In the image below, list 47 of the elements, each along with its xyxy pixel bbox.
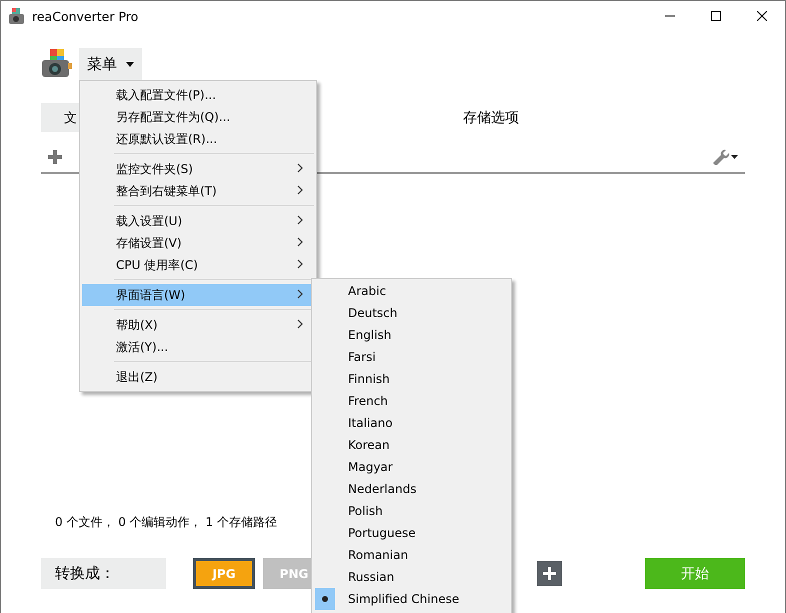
menu-item[interactable]: 载入设置(U) (82, 210, 313, 232)
menu-item[interactable]: 存储设置(V) (82, 232, 313, 254)
language-option[interactable]: Russian (348, 570, 394, 584)
language-option[interactable]: Portuguese (348, 526, 416, 540)
add-format-button[interactable] (537, 561, 562, 586)
chevron-right-icon (297, 319, 303, 329)
wrench-icon[interactable] (712, 149, 738, 165)
language-option[interactable]: Polish (348, 504, 383, 518)
language-option[interactable]: Magyar (348, 460, 393, 474)
language-option[interactable]: Korean (348, 438, 390, 452)
language-option[interactable]: Simplified Chinese (348, 592, 460, 606)
language-option[interactable]: Finnish (348, 372, 390, 386)
chevron-right-icon (297, 163, 303, 173)
chevron-right-icon (297, 237, 303, 247)
language-option[interactable]: Arabic (348, 284, 386, 298)
menu-item[interactable]: 还原默认设置(R)... (82, 128, 313, 150)
menu-item[interactable]: 另存配置文件为(Q)... (82, 106, 313, 128)
chevron-right-icon (297, 259, 303, 269)
window-title: reaConverter Pro (32, 8, 140, 24)
menu-item[interactable]: 整合到右键菜单(T) (82, 180, 313, 202)
plus-icon[interactable] (48, 150, 62, 164)
convert-label: 转换成： (41, 558, 166, 589)
language-option[interactable]: French (348, 394, 388, 408)
app-icon (8, 8, 25, 24)
menu-item[interactable]: 监控文件夹(S) (82, 158, 313, 180)
status-text: 0 个文件， 0 个编辑动作， 1 个存储路径 (54, 514, 278, 531)
maximize-icon (711, 11, 721, 21)
language-option[interactable]: Farsi (348, 350, 376, 364)
close-icon (757, 11, 767, 21)
chevron-right-icon (297, 289, 303, 299)
app-logo (41, 48, 73, 80)
menu-item[interactable]: 激活(Y)... (82, 336, 313, 358)
language-option[interactable]: Italiano (348, 416, 393, 430)
language-option[interactable]: English (348, 328, 392, 342)
menu-item[interactable]: 退出(Z) (82, 366, 313, 388)
chevron-right-icon (297, 185, 303, 195)
plus-icon (543, 567, 556, 580)
caret-icon (126, 62, 134, 66)
menu-item[interactable]: 载入配置文件(P)... (82, 84, 313, 106)
menu-button[interactable]: 菜单 (79, 48, 142, 80)
menu-item[interactable]: 帮助(X) (82, 314, 313, 336)
language-option[interactable]: Deutsch (348, 306, 398, 320)
chevron-right-icon (297, 215, 303, 225)
menu-item[interactable]: CPU 使用率(C) (82, 254, 313, 276)
menu-item[interactable]: 界面语言(W) (82, 284, 313, 306)
language-option[interactable]: Nederlands (348, 482, 416, 496)
language-option[interactable]: Romanian (348, 548, 408, 562)
